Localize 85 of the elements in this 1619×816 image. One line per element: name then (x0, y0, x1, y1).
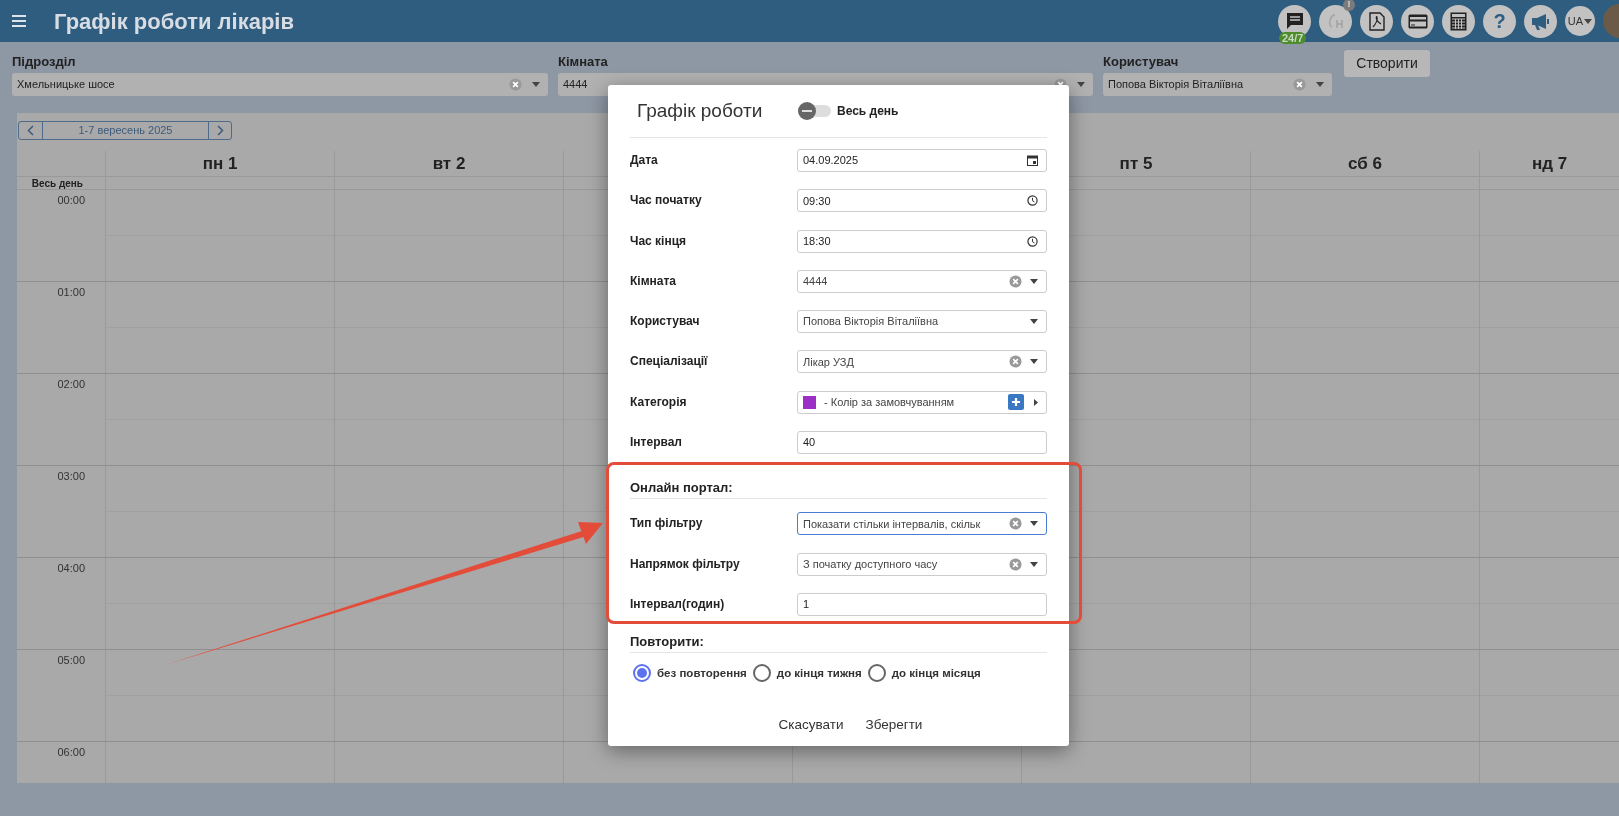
day-header: вт 2 (432, 152, 466, 175)
calculator-icon (1450, 11, 1467, 31)
repeat-option[interactable]: до кінця місяця (867, 664, 981, 683)
caret-icon (1584, 18, 1593, 24)
field-label: Категорія (630, 393, 688, 411)
input-field[interactable]: 18:30 (797, 229, 1047, 253)
filter-label: Кімната (558, 53, 609, 68)
chat-icon (1285, 12, 1304, 30)
caret-icon (1316, 82, 1324, 87)
filter-label: Користувач (1103, 53, 1180, 68)
input-field[interactable]: 1 (797, 592, 1047, 616)
notification-badge: ! (1343, 0, 1355, 11)
create-button[interactable]: Створити (1344, 50, 1430, 77)
all-day-label: Весь день (30, 177, 84, 190)
week-range: 1-7 вересень 2025 (77, 123, 174, 138)
time-label: 03:00 (57, 469, 85, 484)
time-label: 05:00 (57, 653, 85, 668)
radio-button[interactable] (867, 664, 886, 683)
select-field[interactable]: - Колір за замовчуванням (797, 390, 1047, 414)
select-field[interactable]: Лікар УЗД (797, 350, 1047, 374)
help-button[interactable]: ? (1483, 4, 1516, 38)
chevron-left-icon (27, 124, 34, 136)
field-label: Тип фільтру (630, 515, 704, 533)
field-label: Час кінця (630, 232, 688, 250)
select-field[interactable]: 4444 (797, 269, 1047, 293)
select-field[interactable]: З початку доступного часу (797, 552, 1047, 576)
time-label: 02:00 (57, 377, 85, 392)
input-field[interactable]: 04.09.2025 (797, 149, 1047, 172)
add-icon (1008, 394, 1024, 411)
caret-icon (1030, 561, 1038, 567)
day-header: нд 7 (1531, 152, 1568, 175)
all-day-label: Весь день (837, 103, 899, 120)
field-label: Дата (630, 152, 659, 169)
megaphone-icon (1530, 12, 1551, 30)
menu-icon (12, 15, 26, 27)
clock-icon (1027, 195, 1038, 207)
filter-select[interactable]: Хмельницьке шосе (12, 73, 548, 96)
radio-button[interactable] (633, 664, 651, 683)
caret-icon (1030, 319, 1038, 325)
select-field[interactable]: Показати стільки інтервалів, скільк (797, 512, 1047, 536)
dialog-button[interactable]: Скасувати (778, 715, 844, 736)
language-dropdown[interactable]: UA (1565, 6, 1595, 36)
repeat-option[interactable]: без повторення (633, 664, 747, 683)
caret-icon (1030, 278, 1038, 284)
field-label: Кімната (630, 272, 677, 290)
caret-icon (1030, 359, 1038, 365)
all-day-switch[interactable] (798, 105, 831, 117)
field-label: Напрямок фільтру (630, 555, 741, 573)
credit-card-icon (1407, 13, 1428, 29)
field-label: Інтервал(годин) (630, 595, 726, 613)
section-heading: Повторити: (630, 631, 1047, 654)
time-label: 01:00 (57, 285, 85, 300)
filter-label: Підрозділ (12, 53, 77, 68)
filter-select[interactable]: Попова Вікторія Віталіївна (1103, 73, 1332, 96)
select-field[interactable]: Попова Вікторія Віталіївна (797, 310, 1047, 334)
field-label: Спеціалізації (630, 353, 709, 371)
dialog-button[interactable]: Зберегти (865, 715, 923, 736)
day-header: сб 6 (1348, 152, 1382, 175)
caret-icon (1077, 82, 1085, 87)
time-label: 06:00 (57, 745, 85, 760)
announcements-button[interactable] (1524, 4, 1557, 38)
dialog-title: Графік роботи (637, 98, 764, 123)
time-label: 00:00 (57, 193, 85, 208)
caret-icon (532, 82, 540, 87)
field-label: Користувач (630, 313, 701, 331)
page-title: Графік роботи лікарів (54, 7, 294, 36)
calendar-icon (1027, 155, 1038, 166)
pdf-button[interactable] (1360, 4, 1393, 38)
payment-button[interactable] (1401, 4, 1434, 38)
calculator-button[interactable] (1442, 4, 1475, 38)
repeat-option[interactable]: до кінця тижня (752, 664, 862, 683)
expand-arrow-icon (1034, 398, 1038, 406)
radio-button[interactable] (752, 664, 771, 683)
day-header: пн 1 (202, 152, 238, 175)
clock-icon (1027, 235, 1038, 247)
input-field[interactable]: 40 (797, 431, 1047, 455)
field-label: Інтервал (630, 434, 683, 452)
day-header: пт 5 (1119, 152, 1153, 175)
caret-icon (1030, 521, 1038, 527)
input-field[interactable]: 09:30 (797, 189, 1047, 213)
chevron-right-icon (216, 124, 224, 136)
field-label: Час початку (630, 192, 703, 210)
section-heading: Онлайн портал: (630, 477, 1047, 500)
pdf-icon (1368, 11, 1385, 31)
time-label: 04:00 (57, 561, 85, 576)
